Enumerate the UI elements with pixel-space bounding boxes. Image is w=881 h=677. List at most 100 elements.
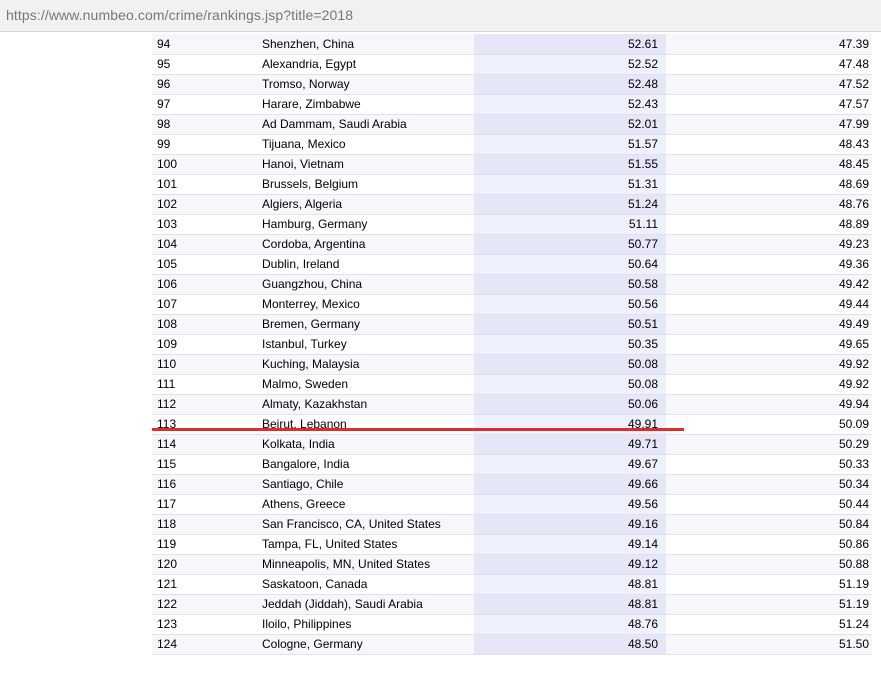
- city-cell: Alexandria, Egypt: [257, 54, 474, 75]
- crime-index-cell: 50.51: [474, 314, 666, 335]
- rank-cell: 100: [152, 154, 257, 175]
- crime-index-cell: 49.91: [474, 414, 666, 435]
- table-row: 110 Kuching, Malaysia 50.08 49.92: [152, 354, 872, 375]
- crime-index-cell: 48.81: [474, 574, 666, 595]
- table-row: 95 Alexandria, Egypt 52.52 47.48: [152, 54, 872, 75]
- safety-index-cell: 49.44: [666, 294, 872, 315]
- rank-cell: 119: [152, 534, 257, 555]
- city-cell: San Francisco, CA, United States: [257, 514, 474, 535]
- safety-index-cell: 51.50: [666, 634, 872, 655]
- safety-index-cell: 48.69: [666, 174, 872, 195]
- crime-rankings-table: 94 Shenzhen, China 52.61 47.39 95 Alexandria,…: [152, 34, 872, 655]
- rank-cell: 117: [152, 494, 257, 515]
- rank-cell: 123: [152, 614, 257, 635]
- city-cell: Iloilo, Philippines: [257, 614, 474, 635]
- rank-cell: 122: [152, 594, 257, 615]
- city-cell: Cordoba, Argentina: [257, 234, 474, 255]
- table-row: 113 Beirut, Lebanon 49.91 50.09: [152, 414, 872, 435]
- crime-index-cell: 51.31: [474, 174, 666, 195]
- table-row: 106 Guangzhou, China 50.58 49.42: [152, 274, 872, 295]
- rank-cell: 112: [152, 394, 257, 415]
- city-cell: Tromso, Norway: [257, 74, 474, 95]
- safety-index-cell: 50.33: [666, 454, 872, 475]
- city-cell: Kolkata, India: [257, 434, 474, 455]
- city-cell: Hamburg, Germany: [257, 214, 474, 235]
- safety-index-cell: 47.52: [666, 74, 872, 95]
- crime-index-cell: 49.71: [474, 434, 666, 455]
- table-row: 114 Kolkata, India 49.71 50.29: [152, 434, 872, 455]
- rank-cell: 115: [152, 454, 257, 475]
- rank-cell: 107: [152, 294, 257, 315]
- rank-cell: 121: [152, 574, 257, 595]
- table-row: 96 Tromso, Norway 52.48 47.52: [152, 74, 872, 95]
- city-cell: Harare, Zimbabwe: [257, 94, 474, 115]
- crime-index-cell: 49.66: [474, 474, 666, 495]
- table-row: 101 Brussels, Belgium 51.31 48.69: [152, 174, 872, 195]
- safety-index-cell: 48.45: [666, 154, 872, 175]
- table-row: 105 Dublin, Ireland 50.64 49.36: [152, 254, 872, 275]
- table-row: 116 Santiago, Chile 49.66 50.34: [152, 474, 872, 495]
- table-row: 97 Harare, Zimbabwe 52.43 47.57: [152, 94, 872, 115]
- rank-cell: 103: [152, 214, 257, 235]
- safety-index-cell: 49.65: [666, 334, 872, 355]
- crime-index-cell: 52.43: [474, 94, 666, 115]
- highlight-underline: [152, 428, 684, 431]
- address-bar[interactable]: https://www.numbeo.com/crime/rankings.js…: [0, 0, 881, 32]
- rank-cell: 98: [152, 114, 257, 135]
- city-cell: Bremen, Germany: [257, 314, 474, 335]
- city-cell: Kuching, Malaysia: [257, 354, 474, 375]
- crime-index-cell: 50.06: [474, 394, 666, 415]
- city-cell: Jeddah (Jiddah), Saudi Arabia: [257, 594, 474, 615]
- rank-cell: 97: [152, 94, 257, 115]
- crime-index-cell: 49.56: [474, 494, 666, 515]
- safety-index-cell: 47.48: [666, 54, 872, 75]
- city-cell: Shenzhen, China: [257, 34, 474, 55]
- rank-cell: 105: [152, 254, 257, 275]
- crime-index-cell: 49.67: [474, 454, 666, 475]
- safety-index-cell: 51.19: [666, 594, 872, 615]
- safety-index-cell: 49.49: [666, 314, 872, 335]
- crime-index-cell: 48.76: [474, 614, 666, 635]
- city-cell: Hanoi, Vietnam: [257, 154, 474, 175]
- table-row: 104 Cordoba, Argentina 50.77 49.23: [152, 234, 872, 255]
- rank-cell: 116: [152, 474, 257, 495]
- table-row: 120 Minneapolis, MN, United States 49.12 50…: [152, 554, 872, 575]
- url-text[interactable]: https://www.numbeo.com/crime/rankings.js…: [6, 7, 353, 23]
- rank-cell: 110: [152, 354, 257, 375]
- safety-index-cell: 48.43: [666, 134, 872, 155]
- safety-index-cell: 47.99: [666, 114, 872, 135]
- table-row: 121 Saskatoon, Canada 48.81 51.19: [152, 574, 872, 595]
- city-cell: Istanbul, Turkey: [257, 334, 474, 355]
- safety-index-cell: 49.92: [666, 354, 872, 375]
- safety-index-cell: 49.94: [666, 394, 872, 415]
- city-cell: Athens, Greece: [257, 494, 474, 515]
- rank-cell: 124: [152, 634, 257, 655]
- rank-cell: 95: [152, 54, 257, 75]
- safety-index-cell: 50.88: [666, 554, 872, 575]
- rank-cell: 101: [152, 174, 257, 195]
- rankings-table-container: 94 Shenzhen, China 52.61 47.39 95 Alexandria,…: [152, 34, 872, 677]
- safety-index-cell: 50.09: [666, 414, 872, 435]
- crime-index-cell: 50.08: [474, 374, 666, 395]
- crime-index-cell: 51.55: [474, 154, 666, 175]
- table-row: 94 Shenzhen, China 52.61 47.39: [152, 34, 872, 55]
- table-row: 109 Istanbul, Turkey 50.35 49.65: [152, 334, 872, 355]
- crime-index-cell: 50.35: [474, 334, 666, 355]
- table-row: 123 Iloilo, Philippines 48.76 51.24: [152, 614, 872, 635]
- city-cell: Brussels, Belgium: [257, 174, 474, 195]
- rank-cell: 111: [152, 374, 257, 395]
- rank-cell: 113: [152, 414, 257, 435]
- table-row: 112 Almaty, Kazakhstan 50.06 49.94: [152, 394, 872, 415]
- table-row: 119 Tampa, FL, United States 49.14 50.86: [152, 534, 872, 555]
- rank-cell: 120: [152, 554, 257, 575]
- table-row: 111 Malmo, Sweden 50.08 49.92: [152, 374, 872, 395]
- city-cell: Dublin, Ireland: [257, 254, 474, 275]
- rank-cell: 118: [152, 514, 257, 535]
- table-row: 103 Hamburg, Germany 51.11 48.89: [152, 214, 872, 235]
- table-row: 122 Jeddah (Jiddah), Saudi Arabia 48.81 51.…: [152, 594, 872, 615]
- rank-cell: 108: [152, 314, 257, 335]
- table-row: 102 Algiers, Algeria 51.24 48.76: [152, 194, 872, 215]
- city-cell: Ad Dammam, Saudi Arabia: [257, 114, 474, 135]
- crime-index-cell: 50.77: [474, 234, 666, 255]
- city-cell: Minneapolis, MN, United States: [257, 554, 474, 575]
